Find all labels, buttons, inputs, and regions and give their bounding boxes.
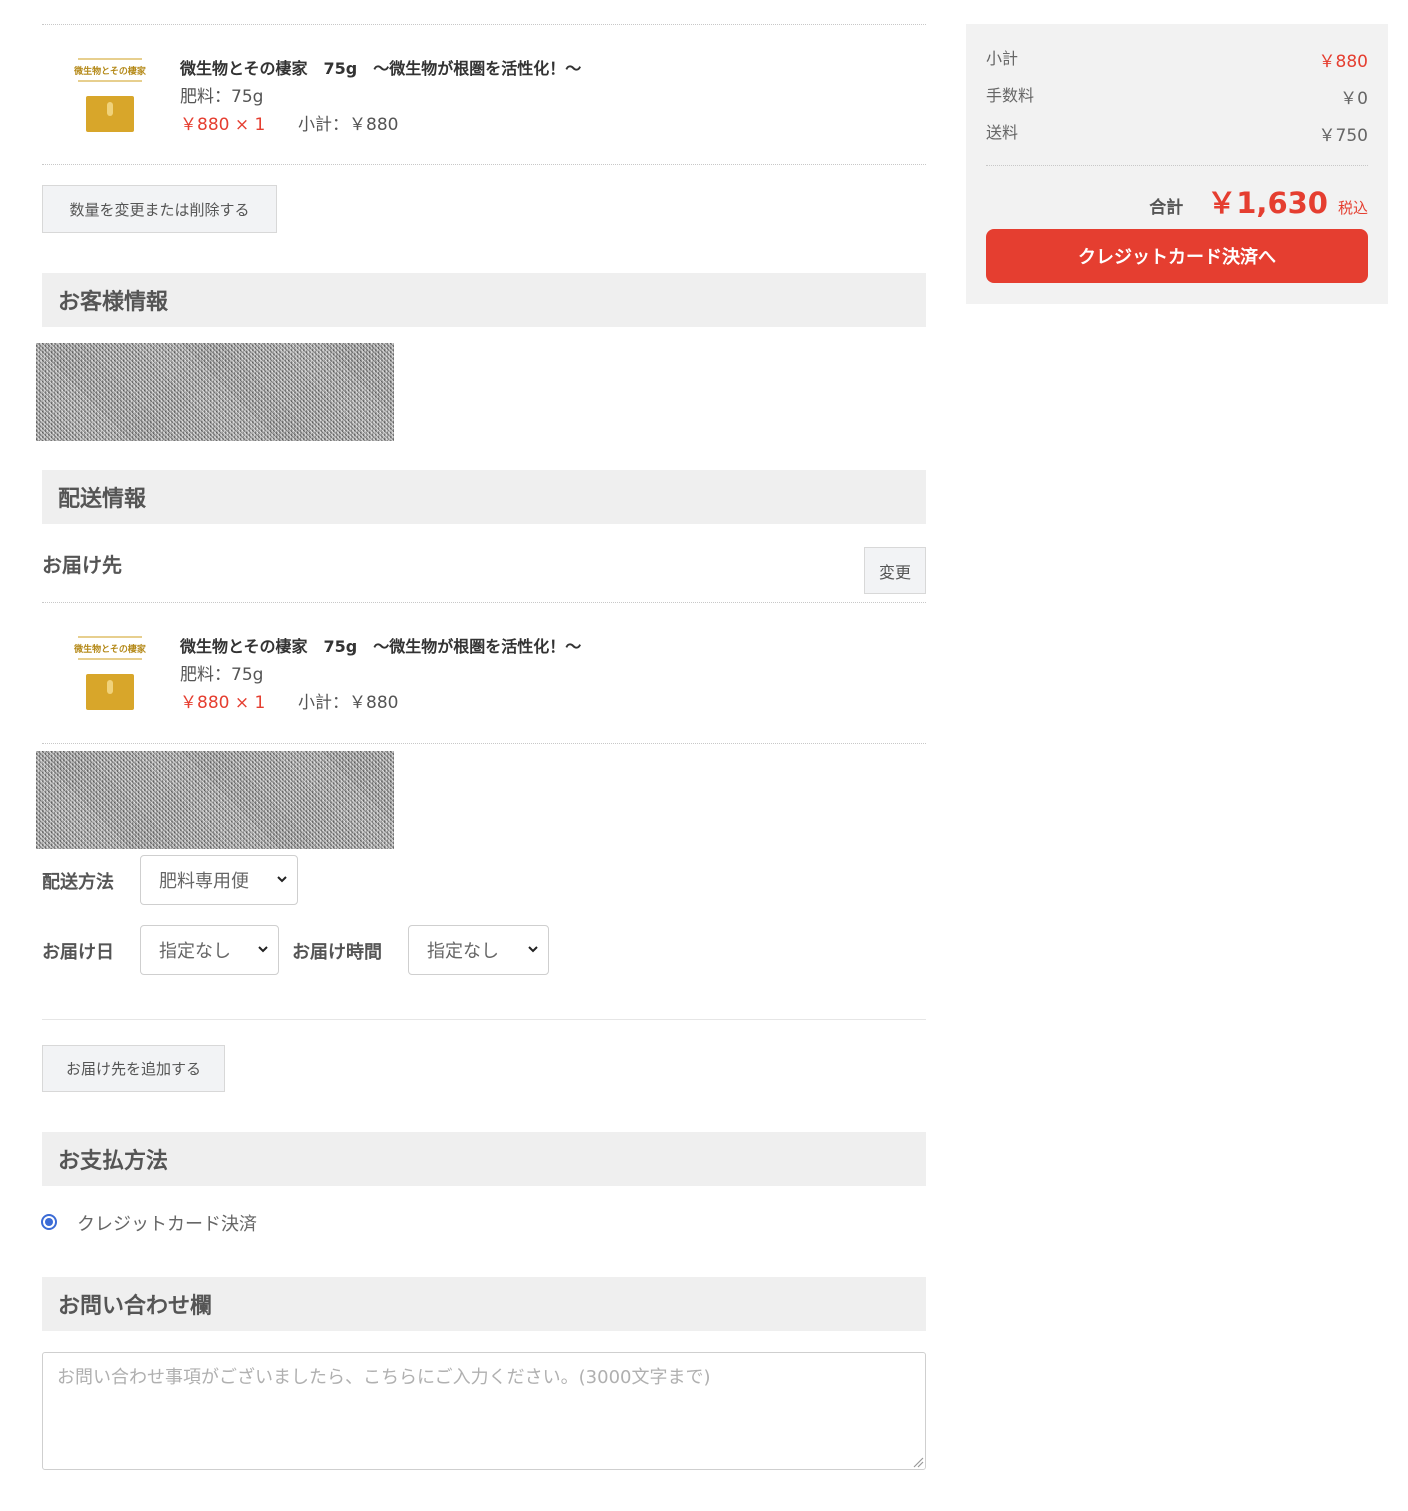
- divider: [42, 24, 926, 25]
- shipping-method-value: 肥料専用便: [159, 871, 249, 892]
- summary-fee-value: ￥0: [1340, 89, 1368, 109]
- divider: [42, 743, 926, 744]
- product-price-qty: ￥880 × 1: [180, 115, 266, 135]
- section-customer-info: お客様情報: [42, 273, 926, 327]
- redacted-customer-info: [36, 343, 394, 441]
- inquiry-textarea[interactable]: [42, 1352, 926, 1470]
- product-name[interactable]: 微生物とその棲家 75g ～微生物が根圏を活性化！～: [180, 633, 581, 657]
- product-thumbnail[interactable]: 微生物とその棲家: [70, 632, 150, 712]
- shipping-method-label: 配送方法: [42, 872, 114, 893]
- section-shipping-info: 配送情報: [42, 470, 926, 524]
- product-subtotal: 小計：￥880: [298, 115, 399, 135]
- summary-total-label: 合計: [1149, 198, 1184, 218]
- product-variant: 肥料：75g: [180, 87, 264, 107]
- summary-total-value: ￥1,630: [1207, 186, 1328, 220]
- section-payment-method: お支払方法: [42, 1132, 926, 1186]
- divider: [986, 165, 1368, 166]
- order-summary-panel: 小計 ￥880 手数料 ￥0 送料 ￥750 合計 ￥1,630 税込 クレジッ…: [966, 24, 1388, 304]
- chevron-down-icon: [258, 946, 268, 953]
- destination-title: お届け先: [42, 553, 122, 577]
- summary-fee-label: 手数料: [986, 86, 1035, 105]
- delivery-time-select[interactable]: 指定なし: [408, 925, 549, 975]
- summary-subtotal-value: ￥880: [1318, 52, 1368, 72]
- divider: [42, 602, 926, 603]
- section-inquiry: お問い合わせ欄: [42, 1277, 926, 1331]
- thumb-brand-text: 微生物とその棲家: [74, 67, 146, 77]
- summary-shipping-label: 送料: [986, 123, 1019, 142]
- thumb-deco: [78, 636, 142, 638]
- payment-option-radio[interactable]: [41, 1214, 57, 1230]
- delivery-time-value: 指定なし: [427, 941, 499, 962]
- chevron-down-icon: [528, 946, 538, 953]
- resize-grip-icon[interactable]: [912, 1456, 924, 1468]
- product-subtotal: 小計：￥880: [298, 693, 399, 713]
- payment-option-label[interactable]: クレジットカード決済: [77, 1210, 257, 1236]
- thumb-brand-text: 微生物とその棲家: [74, 645, 146, 655]
- summary-subtotal-label: 小計: [986, 49, 1019, 68]
- thumb-deco: [78, 80, 142, 82]
- product-bag-image: [86, 674, 134, 710]
- product-bag-image: [86, 96, 134, 132]
- product-price-qty: ￥880 × 1: [180, 693, 266, 713]
- change-quantity-button[interactable]: 数量を変更または削除する: [42, 185, 277, 233]
- summary-shipping-value: ￥750: [1318, 126, 1368, 146]
- delivery-date-select[interactable]: 指定なし: [140, 925, 279, 975]
- delivery-time-label: お届け時間: [292, 942, 382, 963]
- product-name[interactable]: 微生物とその棲家 75g ～微生物が根圏を活性化！～: [180, 55, 581, 79]
- product-variant: 肥料：75g: [180, 665, 264, 685]
- change-destination-button[interactable]: 変更: [864, 547, 926, 594]
- delivery-date-value: 指定なし: [159, 941, 231, 962]
- add-destination-button[interactable]: お届け先を追加する: [42, 1045, 225, 1092]
- checkout-button[interactable]: クレジットカード決済へ: [986, 229, 1368, 283]
- summary-total-row: 合計 ￥1,630 税込: [1149, 180, 1368, 222]
- thumb-deco: [78, 58, 142, 60]
- summary-tax-note: 税込: [1337, 199, 1368, 217]
- delivery-date-label: お届け日: [42, 942, 114, 963]
- thumb-deco: [78, 658, 142, 660]
- shipping-method-select[interactable]: 肥料専用便: [140, 855, 298, 905]
- chevron-down-icon: [277, 876, 287, 883]
- divider: [42, 164, 926, 165]
- product-thumbnail[interactable]: 微生物とその棲家: [70, 54, 150, 134]
- divider: [42, 1019, 926, 1020]
- redacted-shipping-address: [36, 751, 394, 849]
